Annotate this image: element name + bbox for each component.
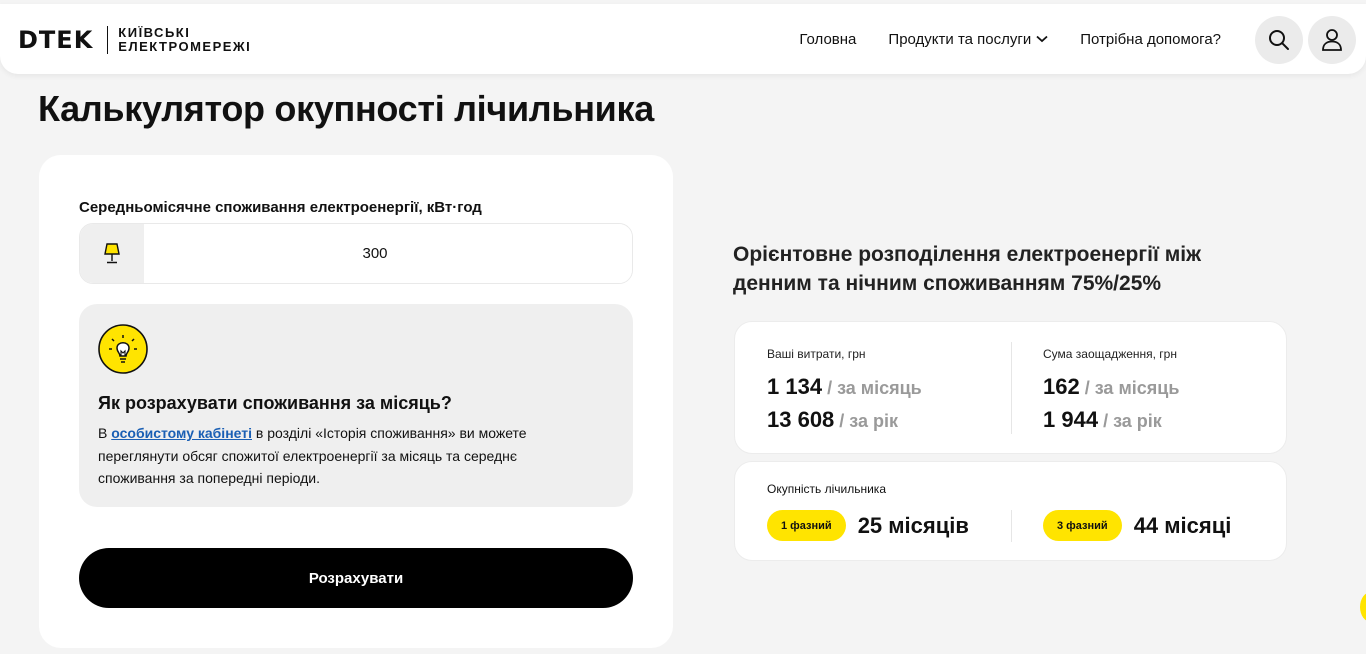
costs-monthly: 1 134 / за місяць [767,371,922,404]
three-phase-value: 44 місяці [1133,512,1232,538]
nav-item-products[interactable]: Продукти та послуги [888,31,1048,48]
chevron-down-icon [1036,35,1048,43]
info-box: Як розрахувати споживання за місяць? В о… [79,304,633,507]
main-nav: Головна Продукти та послуги Потрібна доп… [799,31,1221,48]
nav-item-home[interactable]: Головна [799,31,856,48]
costs-panel: Ваші витрати, грн 1 134 / за місяць 13 6… [734,321,1287,454]
info-text-before: В [98,425,112,441]
divider [1011,510,1012,542]
personal-account-link[interactable]: особистому кабінеті [111,425,252,441]
page-title: Калькулятор окупності лічильника [38,88,654,129]
search-icon [1269,30,1289,50]
single-phase-payback: 1 фазний 25 місяців [767,510,969,541]
payback-panel: Окупність лічильника 1 фазний 25 місяців… [734,461,1287,561]
savings-yearly-unit: / за рік [1098,411,1162,431]
savings-column: Сума заощадження, грн 162 / за місяць 1 … [1043,347,1179,437]
savings-yearly-value: 1 944 [1043,407,1099,432]
top-header: DTEK КИЇВСЬКІ ЕЛЕКТРОМЕРЕЖІ Головна Прод… [0,4,1366,74]
lamp-icon [80,224,144,283]
payback-label: Окупність лічильника [767,482,886,496]
user-icon [1322,29,1342,51]
single-phase-value: 25 місяців [857,512,969,538]
savings-yearly: 1 944 / за рік [1043,404,1179,437]
costs-yearly-value: 13 608 [767,407,835,432]
costs-monthly-unit: / за місяць [822,378,922,398]
nav-item-products-label: Продукти та послуги [888,31,1032,48]
savings-monthly-unit: / за місяць [1079,378,1180,398]
costs-yearly-unit: / за рік [834,411,899,431]
consumption-input[interactable] [144,224,632,283]
three-phase-payback: 3 фазний 44 місяці [1043,510,1231,541]
search-button[interactable] [1255,16,1303,64]
chat-widget-button[interactable] [1360,592,1366,622]
calculator-card: Середньомісячне споживання електроенергі… [39,155,673,648]
three-phase-badge: 3 фазний [1043,510,1122,541]
single-phase-badge: 1 фазний [767,510,846,541]
logo-brand: DTEK [18,26,94,54]
calculate-button[interactable]: Розрахувати [79,548,633,608]
distribution-heading: Орієнтовне розподілення електроенергії м… [733,243,1201,295]
info-title: Як розрахувати споживання за місяць? [98,393,452,413]
user-button[interactable] [1308,16,1356,64]
logo-subtitle-line2: ЕЛЕКТРОМЕРЕЖІ [118,39,252,54]
logo-subtitle-line1: КИЇВСЬКІ [118,25,191,40]
costs-yearly: 13 608 / за рік [767,404,922,437]
divider [1011,342,1012,434]
costs-column: Ваші витрати, грн 1 134 / за місяць 13 6… [767,347,922,437]
nav-item-help[interactable]: Потрібна допомога? [1080,31,1221,48]
consumption-label: Середньомісячне споживання електроенергі… [79,199,482,216]
costs-monthly-value: 1 134 [767,374,823,399]
logo-subtitle: КИЇВСЬКІ ЕЛЕКТРОМЕРЕЖІ [118,26,251,54]
logo[interactable]: DTEK КИЇВСЬКІ ЕЛЕКТРОМЕРЕЖІ [18,26,251,54]
savings-label: Сума заощадження, грн [1043,347,1177,361]
logo-separator [107,26,109,54]
consumption-field [79,223,633,284]
lightbulb-icon [98,324,148,374]
info-text: В особистому кабінеті в розділі «Історія… [98,422,578,490]
savings-monthly-value: 162 [1043,374,1080,399]
costs-label: Ваші витрати, грн [767,347,866,361]
savings-monthly: 162 / за місяць [1043,371,1179,404]
